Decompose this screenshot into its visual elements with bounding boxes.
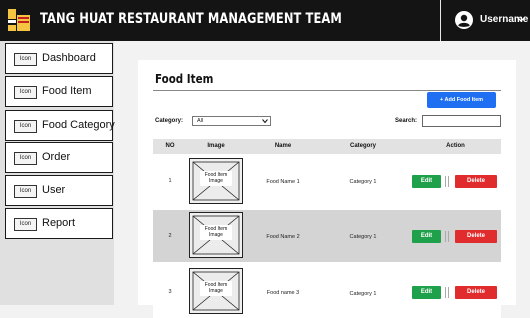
food-image-label: Food Item Image <box>204 282 228 294</box>
delete-button[interactable]: Delete <box>455 286 497 299</box>
sidebar-item-label: Report <box>42 217 76 229</box>
action-separator <box>445 231 449 242</box>
edit-button[interactable]: Edit <box>412 230 441 243</box>
category-select[interactable]: All <box>192 116 271 126</box>
sidebar-item-order[interactable]: Icon Order <box>5 142 113 173</box>
sidebar-item-food-category[interactable]: Icon Food Category <box>5 110 115 141</box>
page-title: Food Item <box>155 72 214 86</box>
report-icon: Icon <box>14 218 37 231</box>
category-select-value: All <box>197 118 204 124</box>
table-header: NO Image Name Category Action <box>153 139 501 154</box>
chevron-down-icon[interactable] <box>516 14 526 24</box>
sidebar-item-label: Food Item <box>42 85 92 97</box>
edit-button[interactable]: Edit <box>412 175 441 188</box>
row-number: 2 <box>168 233 172 239</box>
title-divider <box>153 90 501 91</box>
action-separator <box>445 287 449 298</box>
sidebar: Icon Dashboard Icon Food Item Icon Food … <box>0 41 115 305</box>
table-row: 1 Food Item Image Food Name 1 Category 1… <box>153 156 501 208</box>
column-header-no: NO <box>165 143 175 149</box>
category-filter-label: Category: <box>155 118 184 124</box>
table-row: 2 Food Item Image Food Name 2 Category 1… <box>153 210 501 262</box>
dashboard-icon: Icon <box>14 53 37 66</box>
sidebar-item-report[interactable]: Icon Report <box>5 208 113 239</box>
delete-button[interactable]: Delete <box>455 175 497 188</box>
sidebar-item-label: Dashboard <box>42 52 96 64</box>
food-item-icon: Icon <box>14 86 37 99</box>
food-name: Food Name 1 <box>266 179 300 185</box>
column-header-name: Name <box>274 143 292 149</box>
food-image-label: Food Item Image <box>204 172 228 184</box>
sidebar-item-label: Order <box>42 151 71 163</box>
search-label: Search: <box>395 118 418 124</box>
user-circle-icon[interactable] <box>455 11 473 29</box>
header-divider <box>440 0 441 41</box>
search-input[interactable] <box>422 115 501 127</box>
chevron-down-icon <box>262 119 268 124</box>
sidebar-item-label: Food Category <box>42 119 115 131</box>
column-header-image: Image <box>207 143 225 149</box>
main-panel: Food Item + Add Food Item Category: All … <box>138 60 516 318</box>
action-separator <box>445 176 449 187</box>
restaurant-logo <box>6 7 32 33</box>
food-name: Food Name 2 <box>266 234 300 240</box>
user-icon: Icon <box>14 185 37 198</box>
column-header-action: Action <box>446 143 465 149</box>
sidebar-item-label: User <box>42 184 66 196</box>
row-number: 1 <box>168 178 172 184</box>
edit-button[interactable]: Edit <box>412 286 441 299</box>
column-header-category: Category <box>349 143 376 149</box>
food-category: Category 1 <box>349 234 377 240</box>
sidebar-item-dashboard[interactable]: Icon Dashboard <box>5 43 113 74</box>
food-name: Food name 3 <box>266 290 300 296</box>
food-category-icon: Icon <box>14 120 37 133</box>
app-title: TANG HUAT RESTAURANT MANAGEMENT TEAM <box>40 11 342 27</box>
add-food-item-button[interactable]: + Add Food Item <box>427 92 496 108</box>
food-category: Category 1 <box>349 291 377 297</box>
table-row: 3 Food Item Image Food name 3 Category 1… <box>153 266 501 318</box>
sidebar-item-food-item[interactable]: Icon Food Item <box>5 76 113 107</box>
food-image-label: Food Item Image <box>204 226 228 238</box>
food-category: Category 1 <box>349 179 377 185</box>
sidebar-item-user[interactable]: Icon User <box>5 175 113 206</box>
top-bar: TANG HUAT RESTAURANT MANAGEMENT TEAM Use… <box>0 0 530 41</box>
delete-button[interactable]: Delete <box>455 230 497 243</box>
row-number: 3 <box>168 289 172 295</box>
order-icon: Icon <box>14 152 37 165</box>
